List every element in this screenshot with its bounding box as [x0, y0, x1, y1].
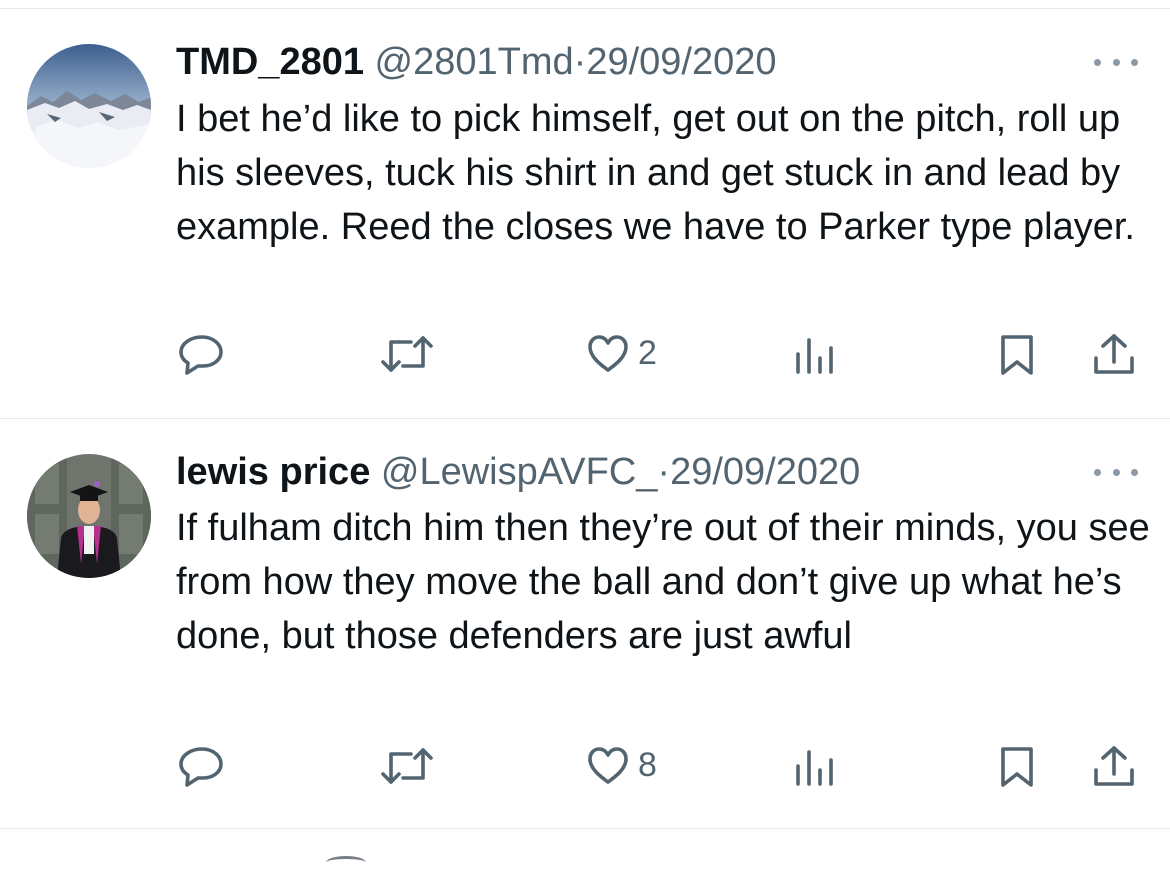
tweet-header: TMD_2801 @2801Tmd·29/09/2020	[176, 40, 777, 84]
share-icon	[1094, 746, 1134, 786]
views-icon	[796, 750, 833, 786]
display-name[interactable]: TMD_2801	[176, 41, 364, 83]
tweet-date[interactable]: 29/09/2020	[670, 451, 860, 493]
reply-icon	[179, 335, 223, 375]
retweet-icon	[381, 336, 433, 372]
views-icon	[796, 338, 833, 374]
like-button[interactable]: 8	[586, 745, 657, 785]
like-count: 2	[638, 333, 657, 372]
display-name[interactable]: lewis price	[176, 451, 370, 493]
bookmark-icon	[1001, 747, 1033, 787]
avatar[interactable]	[27, 454, 151, 578]
heart-icon	[588, 747, 628, 784]
tweet[interactable]: lewis price @LewispAVFC_·29/09/2020 If f…	[0, 418, 1170, 828]
reply-button[interactable]	[178, 333, 224, 375]
share-button[interactable]	[1092, 332, 1136, 376]
retweet-icon	[381, 748, 433, 784]
tweet-divider	[0, 828, 1170, 829]
tweet[interactable]: TMD_2801 @2801Tmd·29/09/2020 I bet he’d …	[0, 0, 1170, 418]
tweet-date[interactable]: 29/09/2020	[586, 41, 776, 83]
next-tweet-avatar	[326, 856, 366, 869]
share-button[interactable]	[1092, 744, 1136, 788]
more-icon[interactable]	[1094, 462, 1138, 482]
user-handle[interactable]: @LewispAVFC_	[381, 451, 658, 493]
user-handle[interactable]: @2801Tmd	[375, 41, 574, 83]
separator-dot: ·	[573, 41, 587, 83]
like-button[interactable]: 2	[586, 333, 657, 373]
reply-icon	[179, 747, 223, 787]
views-button[interactable]	[792, 748, 836, 786]
bookmark-icon	[1001, 335, 1033, 375]
like-count: 8	[638, 745, 657, 784]
reply-button[interactable]	[178, 745, 224, 787]
share-icon	[1094, 334, 1134, 374]
avatar[interactable]	[27, 44, 151, 168]
retweet-button[interactable]	[380, 334, 434, 374]
more-icon[interactable]	[1094, 52, 1138, 72]
separator-dot: ·	[657, 451, 671, 493]
views-button[interactable]	[792, 336, 836, 374]
bookmark-button[interactable]	[998, 745, 1036, 789]
retweet-button[interactable]	[380, 746, 434, 786]
tweet-text: I bet he’d like to pick himself, get out…	[176, 98, 1135, 248]
bookmark-button[interactable]	[998, 333, 1036, 377]
tweet-text: If fulham ditch him then they’re out of …	[176, 507, 1150, 657]
tweet-header: lewis price @LewispAVFC_·29/09/2020	[176, 450, 860, 494]
heart-icon	[588, 335, 628, 372]
